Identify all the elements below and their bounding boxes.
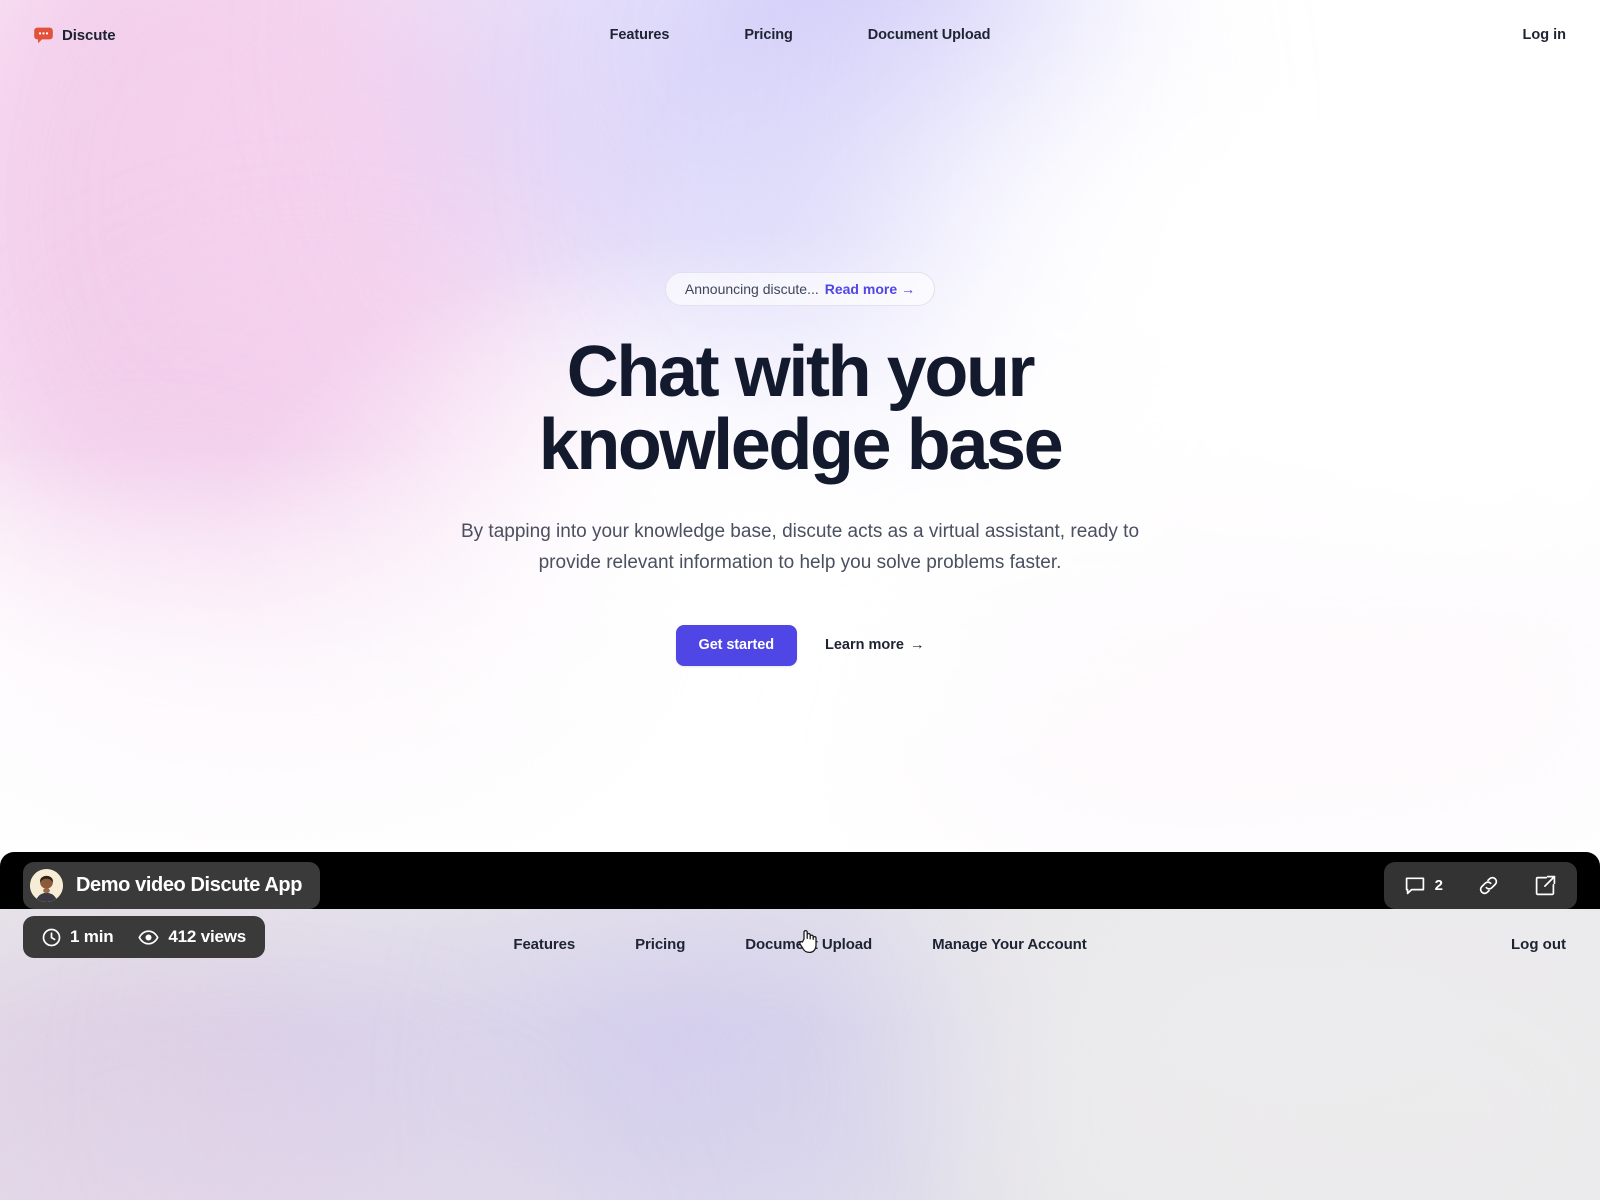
external-link-icon	[1534, 874, 1557, 897]
nav-link-pricing[interactable]: Pricing	[744, 27, 793, 43]
video-title: Demo video Discute App	[76, 874, 303, 896]
hero-subheading: By tapping into your knowledge base, dis…	[455, 517, 1145, 579]
comments-button[interactable]: 2	[1404, 875, 1443, 897]
headline-line-1: Chat with your	[566, 332, 1036, 412]
logout-link[interactable]: Log out	[1511, 936, 1566, 953]
subheading-line-1: By tapping into your knowledge base, dis…	[460, 520, 1118, 542]
brand-logo[interactable]: Discute	[34, 27, 116, 44]
get-started-button[interactable]: Get started	[675, 624, 797, 666]
learn-more-button[interactable]: Learn more →	[825, 637, 924, 653]
announcement-read-more-link[interactable]: Read more →	[825, 281, 915, 297]
inner-nav-link-manage-account[interactable]: Manage Your Account	[932, 936, 1087, 953]
inner-nav-link-pricing[interactable]: Pricing	[635, 936, 685, 953]
login-link[interactable]: Log in	[1523, 27, 1567, 43]
inner-nav-link-document-upload[interactable]: Document Upload	[745, 936, 872, 953]
inner-nav-link-features[interactable]: Features	[513, 936, 575, 953]
top-navigation-bar: Discute Features Pricing Document Upload…	[0, 0, 1600, 70]
arrow-right-icon: →	[901, 281, 916, 297]
avatar	[30, 869, 63, 902]
page-title: Chat with your knowledge base	[538, 335, 1064, 486]
video-actions-chip: 2	[1383, 862, 1577, 909]
share-button[interactable]	[1534, 874, 1557, 897]
announcement-banner[interactable]: Announcing discute... Read more →	[664, 272, 936, 306]
top-nav-right: Log in	[1523, 27, 1567, 43]
learn-more-label: Learn more	[824, 637, 904, 654]
nav-link-document-upload[interactable]: Document Upload	[868, 27, 991, 43]
top-nav-links: Features Pricing Document Upload	[0, 0, 1600, 70]
page-root: Discute Features Pricing Document Upload…	[0, 0, 1600, 1200]
duration-label: 1 min	[70, 927, 114, 946]
clock-icon	[42, 928, 61, 947]
speech-bubble-icon	[34, 27, 53, 44]
views-label: 412 views	[168, 927, 247, 946]
nav-link-features[interactable]: Features	[610, 27, 670, 43]
video-views: 412 views	[138, 927, 246, 947]
eye-icon	[138, 928, 159, 947]
comment-count: 2	[1434, 877, 1443, 894]
hero-section: Announcing discute... Read more → Chat wi…	[0, 0, 1600, 860]
copy-link-button[interactable]	[1477, 874, 1500, 897]
arrow-right-icon: →	[909, 637, 925, 654]
hero-cta-row: Get started Learn more →	[675, 624, 924, 666]
headline-line-2: knowledge base	[538, 405, 1064, 486]
announcement-text: Announcing discute...	[684, 281, 819, 297]
brand-name: Discute	[62, 26, 116, 44]
video-title-chip: Demo video Discute App	[23, 862, 321, 909]
comment-icon	[1404, 875, 1426, 897]
link-icon	[1477, 874, 1500, 897]
read-more-label: Read more	[824, 281, 898, 297]
video-stats-chip: 1 min 412 views	[23, 916, 266, 958]
video-duration: 1 min	[42, 927, 114, 947]
